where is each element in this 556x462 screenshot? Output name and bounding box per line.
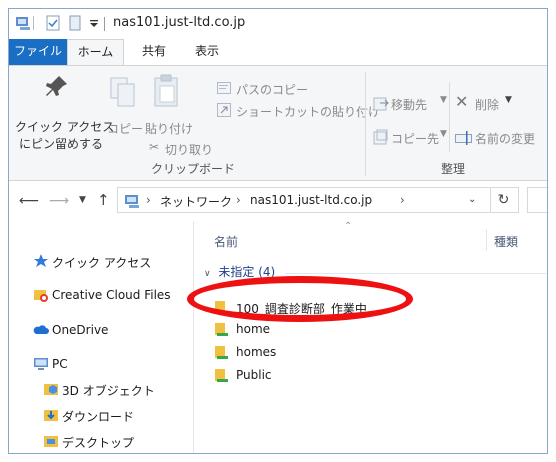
star-icon bbox=[34, 254, 48, 267]
shared-folder-icon bbox=[215, 323, 228, 336]
window-title: nas101.just-ltd.co.jp bbox=[113, 15, 246, 30]
delete-x-icon: ✕ bbox=[455, 92, 469, 111]
copy-label: コピー bbox=[107, 122, 144, 136]
clipboard-group-label: クリップボード bbox=[151, 162, 236, 176]
forward-button[interactable]: ⟶ bbox=[49, 193, 69, 209]
customize-toolbar-icon[interactable] bbox=[89, 20, 99, 28]
network-location-icon bbox=[125, 195, 139, 208]
copy-to-icon bbox=[373, 129, 388, 145]
paste-label: 貼り付け bbox=[145, 122, 194, 136]
shared-folder-icon bbox=[215, 301, 228, 314]
cloud-icon bbox=[33, 325, 49, 334]
sort-ascending-icon: ⌃ bbox=[344, 221, 353, 232]
chevron-down-icon: ∨ bbox=[204, 269, 211, 279]
move-to-icon bbox=[373, 97, 389, 111]
rename-label: 名前の変更 bbox=[475, 132, 536, 146]
divider bbox=[365, 72, 366, 176]
copy-icon bbox=[110, 77, 135, 107]
tab-share[interactable]: 共有 bbox=[134, 39, 174, 65]
organize-group-label: 整理 bbox=[441, 162, 466, 176]
paste-button[interactable]: 貼り付け bbox=[143, 66, 193, 138]
address-row: ⟵ ⟶ ▼ ↑ › ネットワーク › nas101.just-ltd.co.jp… bbox=[9, 181, 547, 221]
breadcrumb-network[interactable]: ネットワーク bbox=[160, 193, 232, 210]
creative-cloud-icon bbox=[34, 290, 48, 302]
dropdown-icon: ▼ bbox=[440, 129, 447, 139]
refresh-button[interactable]: ↻ bbox=[489, 187, 519, 213]
title-bar: nas101.just-ltd.co.jp bbox=[9, 9, 547, 39]
pin-label-line2: にピン留めする bbox=[19, 137, 104, 151]
paste-shortcut-icon bbox=[217, 103, 231, 117]
divider bbox=[449, 82, 450, 152]
explorer-window: nas101.just-ltd.co.jp ファイル ホーム 共有 表示 クイッ… bbox=[8, 8, 548, 454]
properties-icon[interactable] bbox=[45, 15, 61, 31]
shared-folder-icon bbox=[215, 346, 228, 359]
tab-view[interactable]: 表示 bbox=[187, 39, 227, 65]
navigation-pane: クイック アクセス Creative Cloud Files OneDrive … bbox=[9, 221, 193, 453]
copy-to-label: コピー先 bbox=[391, 132, 440, 146]
copy-button[interactable]: コピー bbox=[105, 66, 144, 146]
paste-shortcut-label: ショートカットの貼り付け bbox=[236, 105, 381, 119]
divider bbox=[286, 273, 546, 274]
breadcrumb-separator-icon[interactable]: › bbox=[400, 193, 405, 207]
column-header-type[interactable]: 種類 bbox=[494, 233, 518, 250]
copy-to-button[interactable]: コピー先 ▼ bbox=[373, 128, 453, 148]
search-input[interactable] bbox=[527, 187, 547, 213]
tab-file[interactable]: ファイル bbox=[9, 39, 67, 65]
delete-button[interactable]: ✕ 削除 ▼ bbox=[455, 92, 517, 114]
rename-icon bbox=[455, 131, 472, 145]
copy-path-label: パスのコピー bbox=[236, 83, 309, 97]
explorer-app-icon bbox=[16, 17, 30, 30]
copy-path-button[interactable]: パスのコピー bbox=[217, 80, 327, 98]
paste-icon bbox=[154, 74, 178, 107]
move-to-button[interactable]: 移動先 ▼ bbox=[373, 94, 453, 114]
cut-label: 切り取り bbox=[165, 143, 214, 157]
paste-shortcut-button[interactable]: ショートカットの貼り付け bbox=[217, 102, 380, 120]
file-list: ⌃ 名前 種類 ∨ 未指定 (4) 100_調査診断部_作業中 home hom… bbox=[194, 221, 547, 453]
group-header[interactable]: ∨ 未指定 (4) bbox=[204, 263, 275, 280]
shared-folder-icon bbox=[215, 369, 228, 382]
address-dropdown-icon[interactable]: ⌄ bbox=[468, 194, 476, 205]
ribbon: クイック アクセス にピン留めする コピー 貼り付け ✂ 切り取り パスのコピー… bbox=[9, 65, 547, 181]
divider bbox=[33, 16, 34, 30]
tab-home[interactable]: ホーム bbox=[67, 39, 124, 66]
divider bbox=[104, 17, 105, 31]
cut-button[interactable]: ✂ 切り取り bbox=[149, 140, 223, 158]
delete-label: 削除 bbox=[475, 98, 500, 112]
pc-icon bbox=[34, 358, 48, 370]
breadcrumb-separator-icon[interactable]: › bbox=[146, 193, 151, 207]
move-to-label: 移動先 bbox=[391, 98, 428, 112]
column-divider[interactable] bbox=[486, 229, 487, 251]
dropdown-icon: ▼ bbox=[505, 95, 512, 105]
pin-icon bbox=[46, 76, 67, 96]
scissors-icon: ✂ bbox=[149, 140, 160, 154]
copy-path-icon bbox=[217, 82, 231, 94]
dropdown-icon: ▼ bbox=[440, 95, 447, 105]
up-button[interactable]: ↑ bbox=[97, 191, 110, 209]
3d-objects-icon bbox=[44, 384, 58, 395]
download-folder-icon bbox=[44, 410, 58, 421]
column-header-name[interactable]: 名前 bbox=[214, 233, 238, 250]
breadcrumb-separator-icon[interactable]: › bbox=[236, 193, 241, 207]
pin-to-quick-access-button[interactable]: クイック アクセス にピン留めする bbox=[9, 66, 114, 156]
breadcrumb-server[interactable]: nas101.just-ltd.co.jp bbox=[250, 193, 372, 207]
new-folder-icon[interactable] bbox=[67, 15, 83, 31]
rename-button[interactable]: 名前の変更 bbox=[455, 128, 547, 148]
address-bar[interactable]: › ネットワーク › nas101.just-ltd.co.jp › ⌄ bbox=[117, 187, 491, 213]
desktop-folder-icon bbox=[44, 436, 58, 447]
back-button[interactable]: ⟵ bbox=[19, 193, 39, 209]
ribbon-tabs: ファイル ホーム 共有 表示 bbox=[9, 39, 547, 66]
recent-locations-button[interactable]: ▼ bbox=[79, 195, 86, 205]
pin-label-line1: クイック アクセス bbox=[15, 120, 115, 134]
